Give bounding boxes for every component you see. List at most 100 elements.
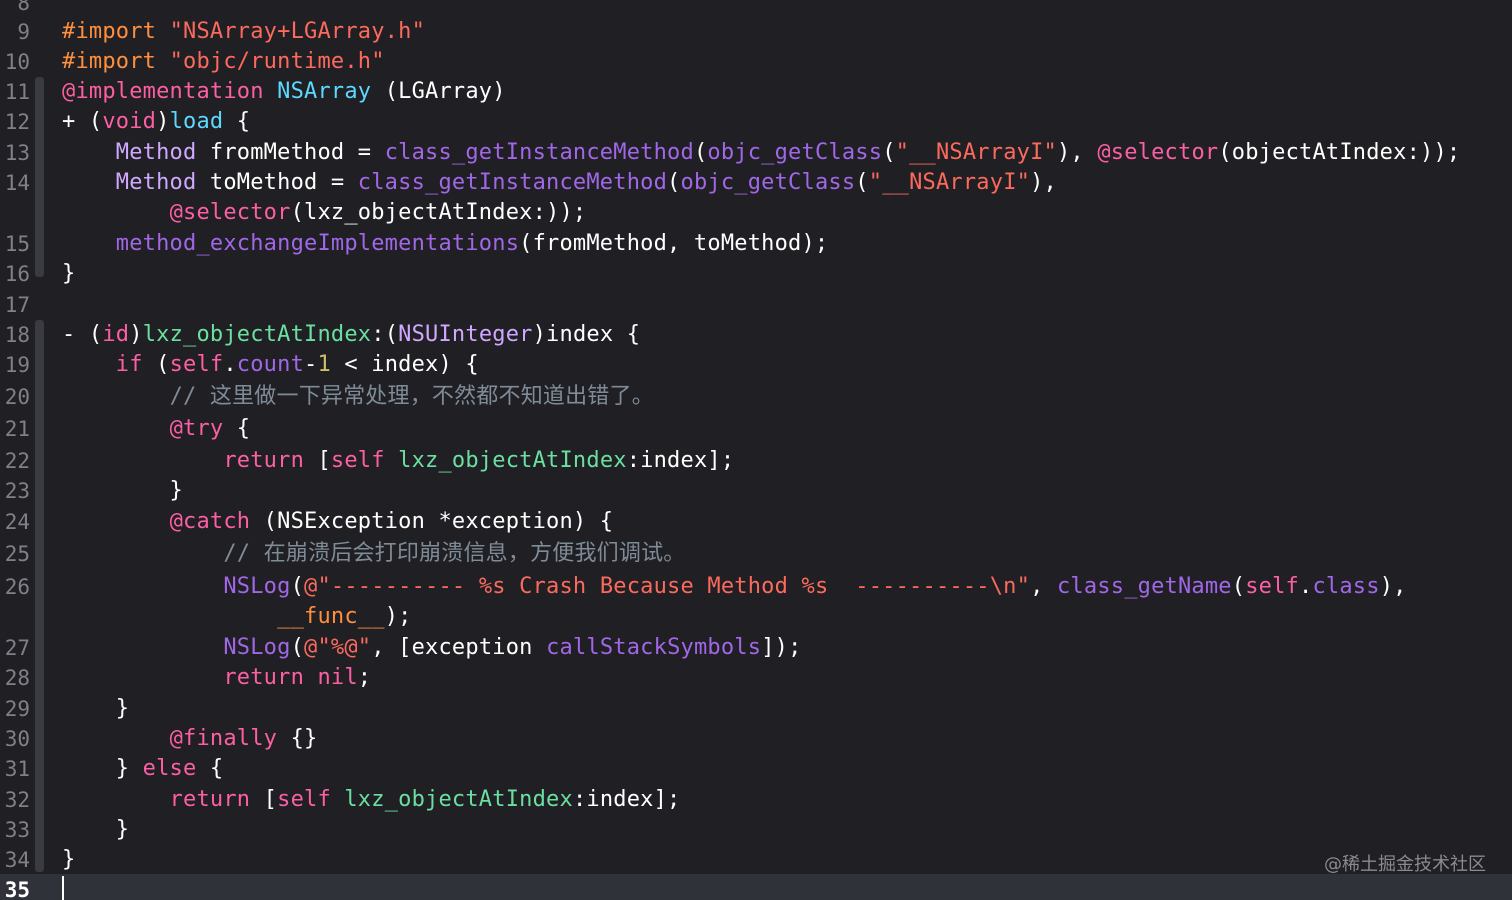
code-token: NSArray [277, 79, 372, 104]
code-line[interactable]: @finally {} [62, 724, 318, 754]
code-token: if [115, 352, 143, 377]
current-line-highlight [0, 874, 1512, 900]
code-token: + ( [62, 109, 103, 134]
line-number: 28 [4, 666, 30, 690]
code-token: // 在崩溃后会打印崩溃信息，方便我们调试。 [223, 541, 686, 566]
code-line[interactable]: } [62, 476, 183, 506]
code-token: @catch [169, 509, 251, 534]
code-token: "NSArray+LGArray.h" [169, 19, 426, 44]
code-line[interactable]: @try { [62, 414, 250, 444]
code-token: load [169, 109, 224, 134]
code-line[interactable]: #import "NSArray+LGArray.h" [62, 17, 425, 47]
code-line[interactable]: __func__); [62, 602, 412, 632]
code-line[interactable]: Method fromMethod = class_getInstanceMet… [62, 138, 1460, 168]
code-token: :index]; [626, 448, 735, 473]
code-line[interactable]: return [self lxz_objectAtIndex:index]; [62, 785, 681, 815]
code-token: @selector [169, 200, 291, 225]
code-line[interactable]: + (void)load { [62, 107, 250, 137]
code-line[interactable]: // 在崩溃后会打印崩溃信息，方便我们调试。 [62, 539, 685, 569]
code-token: ), [1056, 140, 1098, 165]
code-token: ) [129, 322, 143, 347]
code-token: void [102, 109, 157, 134]
code-token: return nil [223, 665, 358, 690]
code-token: ( [882, 140, 896, 165]
line-number: 13 [4, 141, 30, 165]
code-line[interactable]: NSLog(@"%@", [exception callStackSymbols… [62, 633, 802, 663]
code-line[interactable]: } else { [62, 754, 223, 784]
text-cursor [62, 876, 64, 900]
line-number: 18 [4, 323, 30, 347]
code-token: @"%@" [304, 635, 372, 660]
code-line[interactable]: - (id)lxz_objectAtIndex:(NSUInteger)inde… [62, 320, 640, 350]
code-token: "__NSArrayI" [895, 140, 1057, 165]
code-line[interactable]: return nil; [62, 663, 371, 693]
code-token: )index { [532, 322, 641, 347]
code-token: . [223, 352, 237, 377]
code-token: ( [1231, 574, 1246, 599]
code-token: class_getInstanceMethod [357, 170, 668, 195]
line-number: 21 [4, 417, 30, 441]
code-token: , [exception [371, 635, 547, 660]
code-token: {} [277, 726, 318, 751]
code-line[interactable]: @selector(lxz_objectAtIndex:)); [62, 198, 587, 228]
line-number: 32 [4, 788, 30, 812]
code-token: - ( [62, 322, 103, 347]
code-token: lxz_objectAtIndex [142, 322, 372, 347]
code-token: { [196, 756, 224, 781]
code-token: (fromMethod, toMethod); [519, 231, 829, 256]
code-token: return [169, 787, 251, 812]
code-line[interactable]: #import "objc/runtime.h" [62, 47, 385, 77]
code-line[interactable]: } [62, 694, 129, 724]
code-token: else [142, 756, 197, 781]
line-number: 14 [4, 171, 30, 195]
code-editor[interactable]: 8 9 10 11 12 13 14 15 16 17 18 19 20 21 22 23 24 25 26 27 28… [0, 0, 1512, 900]
code-token: } [62, 756, 143, 781]
code-token: method_exchangeImplementations [115, 231, 520, 256]
code-line[interactable]: } [62, 815, 129, 845]
code-line[interactable]: if (self.count-1 < index) { [62, 350, 479, 380]
code-fold-ribbon[interactable] [35, 77, 44, 277]
code-line[interactable]: NSLog(@"---------- %s Crash Because Meth… [62, 572, 1407, 602]
code-line[interactable]: // 这里做一下异常处理，不然都不知道出错了。 [62, 382, 654, 412]
code-token: } [62, 847, 76, 872]
code-token: objc_getClass [707, 140, 883, 165]
line-number: 27 [4, 636, 30, 660]
code-line[interactable]: return [self lxz_objectAtIndex:index]; [62, 446, 734, 476]
code-token: ( [290, 574, 305, 599]
code-token: @"---------- %s Crash Because Method %s … [304, 574, 1031, 599]
code-token: return [223, 448, 305, 473]
code-line[interactable]: } [62, 845, 75, 875]
line-number: 31 [4, 757, 30, 781]
code-line[interactable]: Method toMethod = class_getInstanceMetho… [62, 168, 1057, 198]
code-token: Method [115, 140, 197, 165]
code-token: (LGArray) [371, 79, 506, 104]
line-number: 15 [4, 232, 30, 256]
code-line[interactable]: @catch (NSException *exception) { [62, 507, 614, 537]
code-token: ]); [761, 635, 802, 660]
code-line[interactable]: @implementation NSArray (LGArray) [62, 77, 506, 107]
watermark: @稀土掘金技术社区 [1324, 854, 1486, 875]
code-token: #import [62, 19, 170, 44]
code-token: 1 [317, 352, 331, 377]
line-number: 9 [17, 20, 30, 44]
code-line[interactable]: } [62, 259, 75, 289]
line-number: 23 [4, 479, 30, 503]
line-number: 8 [17, 0, 30, 15]
code-fold-ribbon[interactable] [35, 320, 44, 872]
code-line[interactable]: method_exchangeImplementations(fromMetho… [62, 229, 828, 259]
line-number: 34 [4, 848, 30, 872]
line-number: 35 [4, 878, 30, 900]
